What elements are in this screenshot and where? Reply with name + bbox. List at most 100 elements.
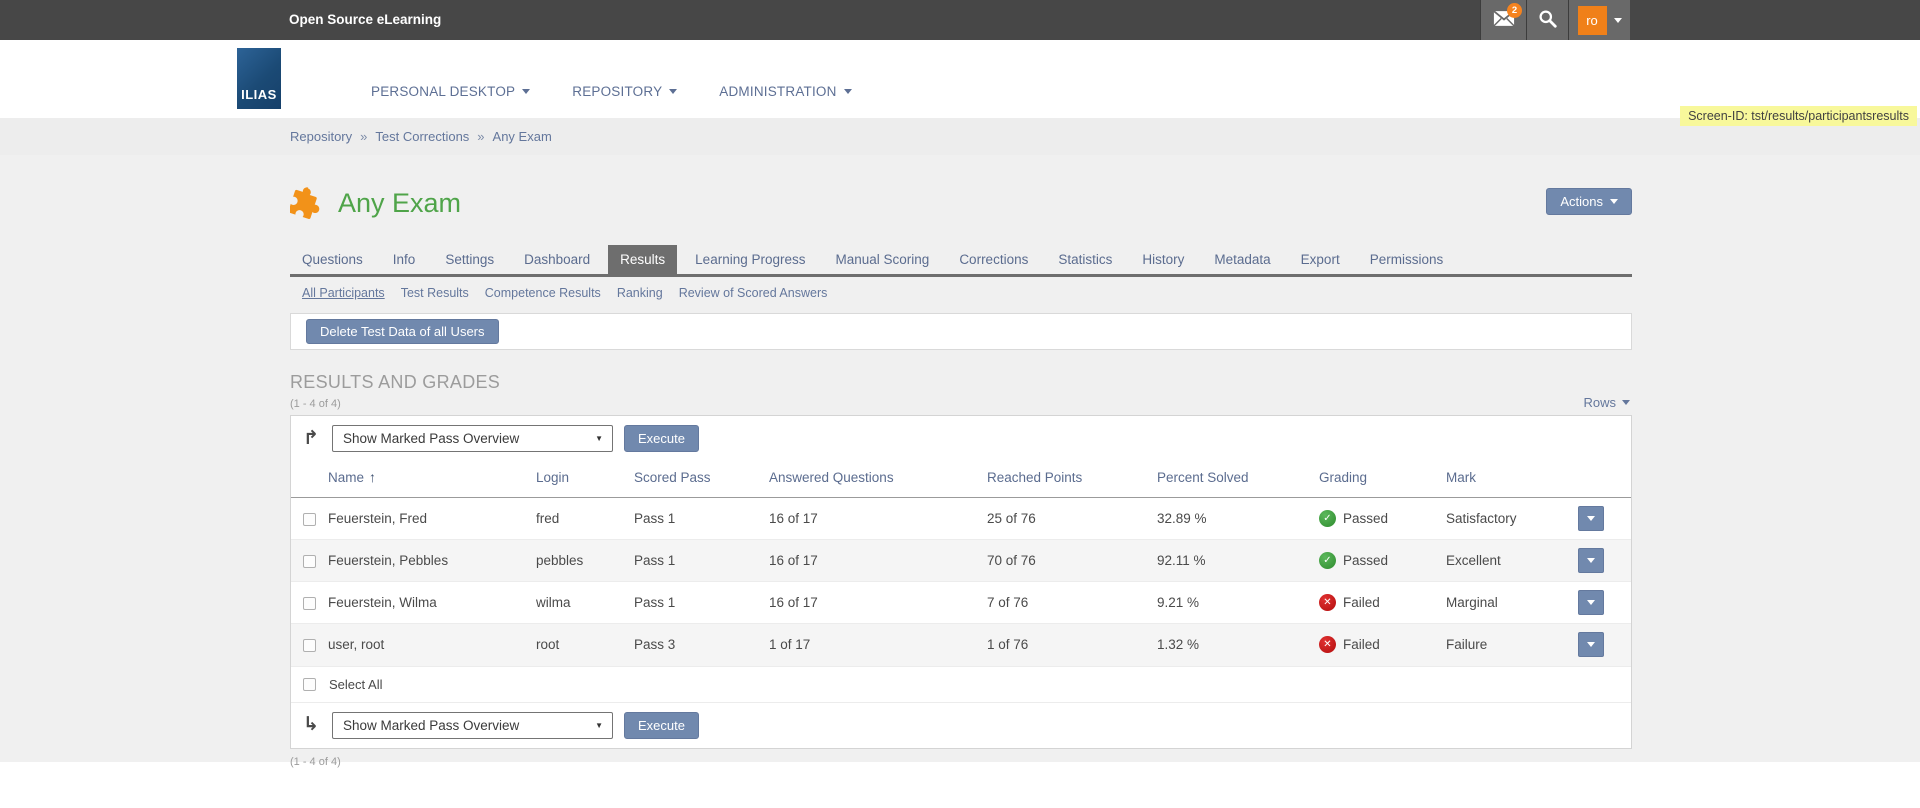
- reached-points: 25 of 76: [987, 498, 1157, 540]
- page-title: Any Exam: [338, 188, 461, 219]
- participant-name: Feuerstein, Wilma: [328, 582, 536, 624]
- row-actions-dropdown-button[interactable]: [1578, 590, 1604, 615]
- row-actions-dropdown-button[interactable]: [1578, 506, 1604, 531]
- row-checkbox-cell: [291, 624, 328, 666]
- participant-login: wilma: [536, 582, 634, 624]
- breadcrumb-item-test-corrections[interactable]: Test Corrections: [375, 129, 469, 144]
- column-header-name[interactable]: Name↑: [328, 461, 536, 498]
- search-icon: [1538, 9, 1557, 31]
- failed-icon: ✕: [1319, 594, 1336, 611]
- tab-metadata[interactable]: Metadata: [1202, 245, 1282, 274]
- nav-item-label: ADMINISTRATION: [719, 84, 836, 99]
- bulk-action-select-bottom[interactable]: Show Marked Pass Overview ▼: [332, 712, 613, 739]
- reached-points: 1 of 76: [987, 624, 1157, 666]
- execute-button-bottom[interactable]: Execute: [624, 712, 699, 739]
- grading-cell: ✓Passed: [1319, 540, 1446, 582]
- scored-pass: Pass 1: [634, 582, 769, 624]
- column-header-grading[interactable]: Grading: [1319, 461, 1446, 498]
- bulk-action-selected-value: Show Marked Pass Overview: [343, 431, 519, 446]
- breadcrumb-item-repository[interactable]: Repository: [290, 129, 352, 144]
- column-header-label: Name: [328, 470, 364, 485]
- mark: Satisfactory: [1446, 498, 1578, 540]
- tab-export[interactable]: Export: [1289, 245, 1352, 274]
- grading-label: Failed: [1343, 637, 1380, 652]
- column-header-label: Answered Questions: [769, 470, 894, 485]
- column-header-scored-pass[interactable]: Scored Pass: [634, 461, 769, 498]
- row-actions-dropdown-button[interactable]: [1578, 632, 1604, 657]
- tab-corrections[interactable]: Corrections: [947, 245, 1040, 274]
- mark: Excellent: [1446, 540, 1578, 582]
- column-header-mark[interactable]: Mark: [1446, 461, 1578, 498]
- nav-item-label: PERSONAL DESKTOP: [371, 84, 515, 99]
- subtab-review-of-scored-answers[interactable]: Review of Scored Answers: [679, 286, 828, 300]
- table-title: RESULTS AND GRADES: [290, 372, 1632, 393]
- rows-dropdown-label: Rows: [1583, 395, 1616, 410]
- tab-permissions[interactable]: Permissions: [1358, 245, 1456, 274]
- tab-info[interactable]: Info: [381, 245, 428, 274]
- mark: Failure: [1446, 624, 1578, 666]
- row-checkbox[interactable]: [303, 555, 316, 568]
- column-header-label: Mark: [1446, 470, 1476, 485]
- tab-statistics[interactable]: Statistics: [1046, 245, 1124, 274]
- passed-icon: ✓: [1319, 552, 1336, 569]
- breadcrumb-bar: Repository»Test Corrections»Any Exam: [0, 118, 1920, 155]
- nav-item-administration[interactable]: ADMINISTRATION: [719, 84, 851, 99]
- subtab-ranking[interactable]: Ranking: [617, 286, 663, 300]
- subtab-test-results[interactable]: Test Results: [401, 286, 469, 300]
- ilias-logo[interactable]: ILIAS: [237, 48, 281, 109]
- rows-dropdown[interactable]: Rows: [1583, 395, 1630, 410]
- tab-learning-progress[interactable]: Learning Progress: [683, 245, 817, 274]
- grading-cell: ✕Failed: [1319, 624, 1446, 666]
- bulk-action-select-top[interactable]: Show Marked Pass Overview ▼: [332, 425, 613, 452]
- column-header-answered-questions[interactable]: Answered Questions: [769, 461, 987, 498]
- tab-questions[interactable]: Questions: [290, 245, 375, 274]
- tab-manual-scoring[interactable]: Manual Scoring: [824, 245, 942, 274]
- row-checkbox[interactable]: [303, 639, 316, 652]
- row-checkbox[interactable]: [303, 513, 316, 526]
- scored-pass: Pass 3: [634, 624, 769, 666]
- grading-cell: ✕ Failed: [1319, 582, 1446, 624]
- chevron-down-icon: [669, 89, 677, 94]
- grading-label: Failed: [1343, 595, 1380, 610]
- nav-item-repository[interactable]: REPOSITORY: [572, 84, 677, 99]
- row-checkbox[interactable]: [303, 597, 316, 610]
- screen-id-label: Screen-ID: tst/results/participantsresul…: [1680, 106, 1917, 126]
- subtab-competence-results[interactable]: Competence Results: [485, 286, 601, 300]
- tab-settings[interactable]: Settings: [433, 245, 506, 274]
- passed-icon: ✓: [1319, 510, 1336, 527]
- participant-name: Feuerstein, Pebbles: [328, 540, 536, 582]
- row-actions-dropdown-button[interactable]: [1578, 548, 1604, 573]
- table-row: Feuerstein, FredfredPass 116 of 1725 of …: [291, 498, 1631, 540]
- column-header-percent-solved[interactable]: Percent Solved: [1157, 461, 1319, 498]
- answered-questions: 1 of 17: [769, 624, 987, 666]
- chevron-down-icon: [1622, 400, 1630, 405]
- breadcrumb-item-any-exam[interactable]: Any Exam: [493, 129, 552, 144]
- column-header-reached-points[interactable]: Reached Points: [987, 461, 1157, 498]
- percent-solved: 92.11 %: [1157, 540, 1319, 582]
- actions-button-label: Actions: [1560, 194, 1603, 209]
- table-row: Feuerstein, WilmawilmaPass 116 of 177 of…: [291, 582, 1631, 624]
- column-header-login[interactable]: Login: [536, 461, 634, 498]
- nav-item-label: REPOSITORY: [572, 84, 662, 99]
- subtab-all-participants[interactable]: All Participants: [302, 286, 385, 300]
- column-header-actions: [1578, 461, 1631, 498]
- nav-item-personal-desktop[interactable]: PERSONAL DESKTOP: [371, 84, 530, 99]
- column-header-checkbox: [291, 461, 328, 498]
- tab-results[interactable]: Results: [608, 245, 677, 274]
- topbar-buttons: 2 ro: [1480, 0, 1630, 40]
- chevron-down-icon: [522, 89, 530, 94]
- execute-button-top[interactable]: Execute: [624, 425, 699, 452]
- tab-history[interactable]: History: [1130, 245, 1196, 274]
- percent-solved: 1.32 %: [1157, 624, 1319, 666]
- header-band: ILIAS PERSONAL DESKTOP REPOSITORY ADMINIST…: [0, 40, 1920, 118]
- search-button[interactable]: [1526, 0, 1568, 40]
- user-menu-button[interactable]: ro: [1568, 0, 1630, 40]
- actions-button[interactable]: Actions: [1546, 188, 1632, 215]
- bulk-action-selected-value: Show Marked Pass Overview: [343, 718, 519, 733]
- mail-button[interactable]: 2: [1480, 0, 1526, 40]
- delete-test-data-button[interactable]: Delete Test Data of all Users: [306, 319, 499, 344]
- participant-name: Feuerstein, Fred: [328, 498, 536, 540]
- select-all-checkbox[interactable]: [303, 678, 316, 691]
- tab-dashboard[interactable]: Dashboard: [512, 245, 602, 274]
- select-caret-icon: ▼: [595, 434, 603, 443]
